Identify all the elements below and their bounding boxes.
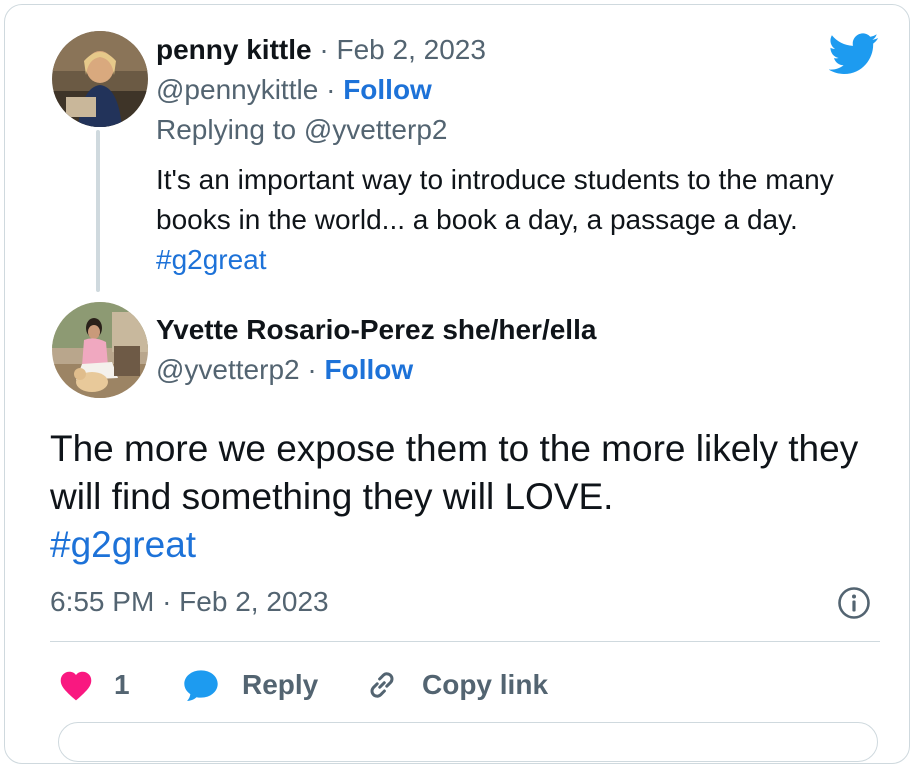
tweet-date: Feb 2, 2023 [179,586,329,617]
copy-link-button[interactable]: Copy link [364,663,548,707]
separator-dot: · [319,34,329,65]
main-hashtag-link[interactable]: #g2great [50,524,196,565]
parent-author-name[interactable]: penny kittle [156,34,312,65]
main-handle-line: @yvetterp2 · Follow [156,353,413,387]
info-icon[interactable] [837,586,871,620]
copy-link-label: Copy link [422,669,549,700]
reply-label: Reply [242,669,319,700]
main-tweet-body: The more we expose them to the more like… [50,428,859,517]
link-icon [370,672,394,698]
tweet-time: 6:55 PM [50,586,155,617]
follow-penny-button[interactable]: Follow [343,74,432,105]
separator-dot: · [326,74,336,105]
parent-author-handle[interactable]: @pennykittle [156,74,318,105]
main-author-handle[interactable]: @yvetterp2 [156,354,300,385]
twitter-bird-icon[interactable] [829,33,879,75]
reply-button[interactable]: Reply [182,663,318,707]
tweet-timestamp[interactable]: 6:55 PM · Feb 2, 2023 [50,585,329,619]
separator-dot: · [307,354,317,385]
parent-hashtag-link[interactable]: #g2great [156,244,267,275]
like-count: 1 [114,669,130,700]
replying-to-handle[interactable]: @yvetterp2 [304,114,448,145]
main-tweet-text: The more we expose them to the more like… [50,425,890,569]
parent-tweet-body: It's an important way to introduce stude… [156,164,834,235]
thread-connector-line [96,130,100,292]
parent-tweet-text: It's an important way to introduce stude… [156,160,886,280]
follow-yvette-button[interactable]: Follow [325,354,414,385]
tweet-embed-card [4,4,910,764]
like-button[interactable]: 1 [58,663,130,707]
main-author-name[interactable]: Yvette Rosario-Perez she/her/ella [156,314,596,345]
parent-tweet-header: penny kittle · Feb 2, 2023 [156,33,486,67]
replying-to-line: Replying to @yvetterp2 [156,113,447,147]
penny-kittle-avatar[interactable] [52,31,148,127]
separator-dot: · [162,586,172,617]
actions-divider [50,641,880,642]
replying-to-label: Replying to [156,114,297,145]
parent-handle-line: @pennykittle · Follow [156,73,432,107]
heart-icon [60,671,92,701]
read-replies-button[interactable] [58,722,878,762]
yvette-avatar[interactable] [52,302,148,398]
main-tweet-header: Yvette Rosario-Perez she/her/ella [156,313,596,347]
speech-bubble-icon [184,670,218,701]
parent-tweet-date[interactable]: Feb 2, 2023 [336,34,485,65]
